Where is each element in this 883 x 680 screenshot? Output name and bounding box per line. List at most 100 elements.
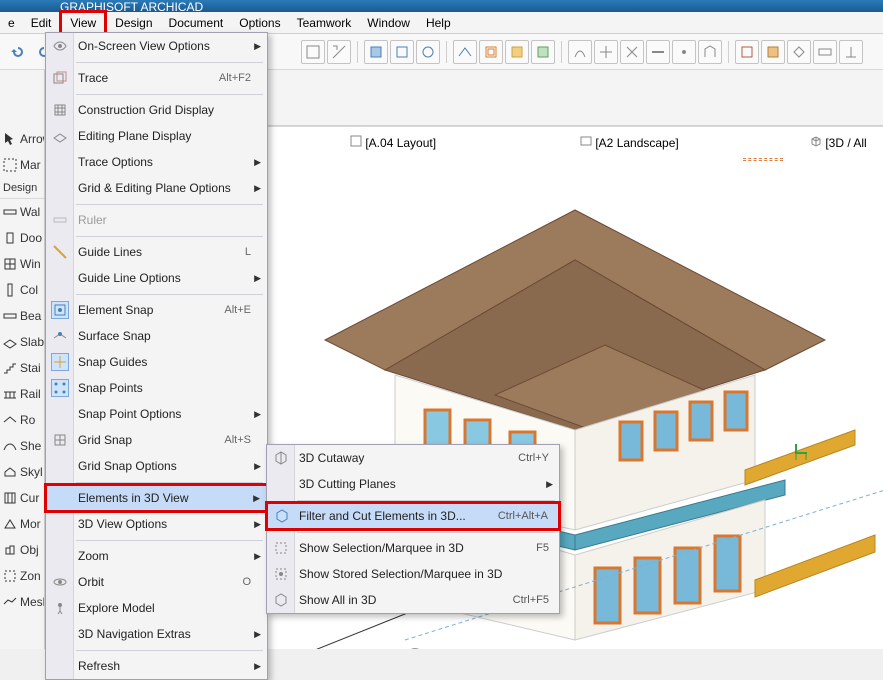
menu-grid-snap[interactable]: Grid SnapAlt+S — [46, 427, 267, 453]
menu-surface-snap[interactable]: Surface Snap — [46, 323, 267, 349]
tool-shell[interactable]: She — [0, 433, 44, 459]
menu-file[interactable]: e — [0, 13, 23, 33]
marquee-icon — [2, 157, 18, 173]
menu-grid-snap-options[interactable]: Grid Snap Options▶ — [46, 453, 267, 479]
tool-btn-4[interactable] — [390, 40, 414, 64]
menu-options[interactable]: Options — [231, 13, 288, 33]
tool-btn-6[interactable] — [453, 40, 477, 64]
menu-element-snap[interactable]: Element SnapAlt+E — [46, 297, 267, 323]
tool-rail[interactable]: Rail — [0, 381, 44, 407]
tool-btn-12[interactable] — [620, 40, 644, 64]
menu-snap-point-options[interactable]: Snap Point Options▶ — [46, 401, 267, 427]
tool-object[interactable]: Obj — [0, 537, 44, 563]
tool-marquee[interactable]: Mar — [0, 152, 44, 178]
skylight-icon — [2, 464, 18, 480]
tool-arrow[interactable]: Arrow — [0, 126, 44, 152]
menu-ruler[interactable]: Ruler — [46, 207, 267, 233]
tool-zone[interactable]: Zon — [0, 563, 44, 589]
tool-btn-13[interactable] — [646, 40, 670, 64]
shell-icon — [2, 438, 18, 454]
menu-design[interactable]: Design — [107, 13, 160, 33]
tool-btn-8[interactable] — [505, 40, 529, 64]
menu-window[interactable]: Window — [359, 13, 418, 33]
menu-trace-options[interactable]: Trace Options▶ — [46, 149, 267, 175]
stair-icon — [2, 360, 18, 376]
menu-help[interactable]: Help — [418, 13, 459, 33]
tool-morph[interactable]: Mor — [0, 511, 44, 537]
menu-guide-line-options[interactable]: Guide Line Options▶ — [46, 265, 267, 291]
submenu-arrow-icon: ▶ — [254, 551, 261, 562]
tool-wall[interactable]: Wal — [0, 199, 44, 225]
tool-btn-16[interactable] — [735, 40, 759, 64]
tool-column[interactable]: Col — [0, 277, 44, 303]
tool-btn-1[interactable] — [301, 40, 325, 64]
menu-3d-view-options[interactable]: 3D View Options▶ — [46, 511, 267, 537]
tool-stair[interactable]: Stai — [0, 355, 44, 381]
element-snap-icon — [51, 301, 69, 319]
tool-beam[interactable]: Bea — [0, 303, 44, 329]
menu-teamwork[interactable]: Teamwork — [289, 13, 360, 33]
menu-trace[interactable]: TraceAlt+F2 — [46, 65, 267, 91]
tab-landscape[interactable]: [A2 Landscape] — [580, 135, 810, 150]
submenu-arrow-icon: ▶ — [253, 493, 260, 504]
menu-3d-nav-extras[interactable]: 3D Navigation Extras▶ — [46, 621, 267, 647]
submenu-arrow-icon: ▶ — [254, 273, 261, 284]
tool-skylight[interactable]: Skyl — [0, 459, 44, 485]
tool-btn-11[interactable] — [594, 40, 618, 64]
tab-layout-label: [A.04 Layout] — [365, 136, 436, 150]
guide-lines-icon — [51, 243, 69, 261]
tab-3d[interactable]: [3D / All — [810, 135, 867, 150]
tab-landscape-label: [A2 Landscape] — [595, 136, 678, 150]
grid-snap-icon — [51, 431, 69, 449]
door-icon — [2, 230, 18, 246]
tool-btn-2[interactable] — [327, 40, 351, 64]
menu-construction-grid[interactable]: Construction Grid Display — [46, 97, 267, 123]
submenu-filter-cut[interactable]: Filter and Cut Elements in 3D...Ctrl+Alt… — [267, 503, 559, 529]
submenu-cutting-planes[interactable]: 3D Cutting Planes▶ — [267, 471, 559, 497]
submenu-3d-cutaway[interactable]: 3D CutawayCtrl+Y — [267, 445, 559, 471]
tab-layout[interactable]: [A.04 Layout] — [350, 135, 580, 150]
tool-curtain[interactable]: Cur — [0, 485, 44, 511]
menu-orbit[interactable]: OrbitO — [46, 569, 267, 595]
menu-editing-plane[interactable]: Editing Plane Display — [46, 123, 267, 149]
tool-btn-20[interactable] — [839, 40, 863, 64]
submenu-arrow-icon: ▶ — [254, 157, 261, 168]
submenu-show-selection[interactable]: Show Selection/Marquee in 3DF5 — [267, 535, 559, 561]
tool-btn-7[interactable] — [479, 40, 503, 64]
tool-mesh[interactable]: Mesh — [0, 589, 44, 615]
submenu-show-all[interactable]: Show All in 3DCtrl+F5 — [267, 587, 559, 613]
tool-door[interactable]: Doo — [0, 225, 44, 251]
menu-elements-in-3d[interactable]: Elements in 3D View▶ — [46, 485, 267, 511]
menu-grid-plane-options[interactable]: Grid & Editing Plane Options▶ — [46, 175, 267, 201]
tool-btn-18[interactable] — [787, 40, 811, 64]
menu-snap-points[interactable]: Snap Points — [46, 375, 267, 401]
menu-document[interactable]: Document — [161, 13, 232, 33]
submenu-arrow-icon: ▶ — [254, 183, 261, 194]
undo-button[interactable] — [6, 40, 30, 64]
morph-icon — [2, 516, 18, 532]
menu-explore-model[interactable]: Explore Model — [46, 595, 267, 621]
tool-btn-3[interactable] — [364, 40, 388, 64]
elements-3d-submenu: 3D CutawayCtrl+Y 3D Cutting Planes▶ Filt… — [266, 444, 560, 614]
submenu-show-stored[interactable]: Show Stored Selection/Marquee in 3D — [267, 561, 559, 587]
tool-btn-17[interactable] — [761, 40, 785, 64]
tool-btn-5[interactable] — [416, 40, 440, 64]
tool-btn-10[interactable] — [568, 40, 592, 64]
tool-btn-15[interactable] — [698, 40, 722, 64]
tool-btn-19[interactable] — [813, 40, 837, 64]
tool-window[interactable]: Win — [0, 251, 44, 277]
show-stored-icon — [272, 565, 290, 583]
menu-edit[interactable]: Edit — [23, 13, 60, 33]
tool-slab[interactable]: Slab — [0, 329, 44, 355]
menu-on-screen-view-options[interactable]: On-Screen View Options▶ — [46, 33, 267, 59]
rail-icon — [2, 386, 18, 402]
menu-zoom[interactable]: Zoom▶ — [46, 543, 267, 569]
tool-btn-9[interactable] — [531, 40, 555, 64]
menu-refresh[interactable]: Refresh▶ — [46, 653, 267, 679]
menu-guide-lines[interactable]: Guide LinesL — [46, 239, 267, 265]
menu-snap-guides[interactable]: Snap Guides — [46, 349, 267, 375]
tool-btn-14[interactable] — [672, 40, 696, 64]
layout-icon — [350, 135, 362, 147]
tool-roof[interactable]: Ro — [0, 407, 44, 433]
column-icon — [2, 282, 18, 298]
